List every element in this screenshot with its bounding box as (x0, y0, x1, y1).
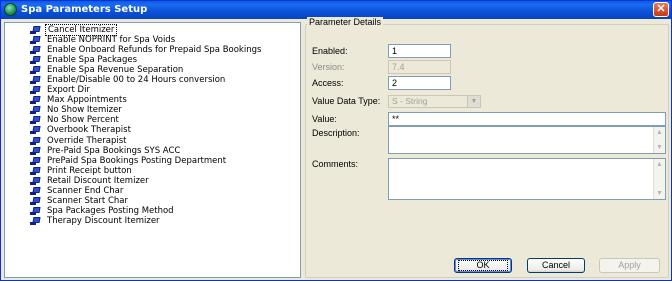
scroll-up-icon[interactable]: ▲ (654, 159, 665, 170)
cancel-button[interactable]: Cancel (527, 258, 585, 273)
parameter-node-icon (30, 106, 41, 115)
value-type-label: Value Data Type: (312, 96, 381, 106)
tree-item[interactable]: Enable NOPRINT for Spa Voids (28, 35, 263, 45)
ok-label: OK (458, 260, 508, 271)
enabled-label: Enabled: (312, 46, 348, 56)
group-title: Parameter Details (307, 17, 384, 27)
value-label: Value: (312, 114, 337, 124)
value-type-value: S - String (392, 96, 428, 106)
parameter-node-icon (30, 176, 41, 185)
tree-item[interactable]: Spa Packages Posting Method (28, 206, 263, 216)
parameter-list: Cancel Itemizer Enable NOPRINT for Spa Vo… (28, 24, 263, 226)
tree-item[interactable]: Override Therapist (28, 136, 263, 146)
parameter-tree[interactable]: Cancel Itemizer Enable NOPRINT for Spa Vo… (4, 22, 301, 278)
tree-item-label: Override Therapist (47, 135, 127, 146)
parameter-node-icon (30, 196, 41, 205)
tree-item-label: No Show Itemizer (47, 105, 122, 116)
spa-parameters-window: Spa Parameters Setup ✕ Cancel Itemizer En… (0, 0, 672, 281)
tree-item-label: Enable Onboard Refunds for Prepaid Spa B… (47, 45, 262, 56)
parameter-node-icon (30, 216, 41, 225)
tree-item[interactable]: No Show Itemizer (28, 105, 263, 115)
tree-item-label: Enable Spa Packages (47, 55, 138, 66)
ok-button[interactable]: OK (454, 258, 512, 273)
parameter-node-icon (30, 136, 41, 145)
tree-item[interactable]: Enable Spa Packages (28, 55, 263, 65)
tree-item[interactable]: Overbook Therapist (28, 125, 263, 135)
tree-item[interactable]: Pre-Paid Spa Bookings SYS ACC (28, 146, 263, 156)
tree-item[interactable]: Scanner Start Char (28, 196, 263, 206)
value-field[interactable]: ** (388, 112, 666, 126)
description-scrollbar[interactable]: ▲ ▼ (653, 127, 665, 153)
tree-item-label: Export Dir (47, 85, 90, 96)
version-label: Version: (312, 62, 345, 72)
tree-item-label: Enable/Disable 00 to 24 Hours conversion (47, 75, 226, 86)
enabled-field[interactable]: 1 (388, 44, 451, 58)
tree-item-label: PrePaid Spa Bookings Posting Department (47, 155, 227, 166)
parameter-node-icon (30, 36, 41, 45)
parameter-node-icon (30, 166, 41, 175)
chevron-down-icon: ▼ (467, 96, 480, 107)
parameter-node-icon (30, 186, 41, 195)
tree-item-label: Scanner Start Char (47, 195, 128, 206)
tree-item-label: Overbook Therapist (47, 125, 131, 136)
parameter-node-icon (30, 156, 41, 165)
tree-item[interactable]: Retail Discount Itemizer (28, 176, 263, 186)
parameter-node-icon (30, 26, 41, 34)
parameter-node-icon (30, 86, 41, 95)
tree-item-label: Enable Spa Revenue Separation (47, 65, 184, 76)
tree-item-label: Enable NOPRINT for Spa Voids (47, 35, 176, 46)
comments-scrollbar[interactable]: ▲ ▼ (653, 159, 665, 199)
tree-item-label: Pre-Paid Spa Bookings SYS ACC (47, 145, 181, 156)
tree-item[interactable]: No Show Percent (28, 115, 263, 125)
scroll-down-icon[interactable]: ▼ (654, 188, 665, 199)
parameter-node-icon (30, 116, 41, 125)
access-field[interactable]: 2 (388, 76, 451, 90)
tree-item-label: Therapy Discount Itemizer (47, 215, 160, 226)
tree-item[interactable]: Cancel Itemizer (28, 24, 263, 36)
tree-item-label: Retail Discount Itemizer (47, 175, 149, 186)
version-field: 7.4 (388, 60, 451, 74)
tree-item[interactable]: Enable Spa Revenue Separation (28, 65, 263, 75)
tree-item[interactable]: Max Appointments (28, 95, 263, 105)
tree-item-label: Max Appointments (47, 95, 127, 106)
tree-item[interactable]: PrePaid Spa Bookings Posting Department (28, 156, 263, 166)
apply-button: Apply (599, 258, 660, 273)
tree-item-label: No Show Percent (47, 115, 119, 126)
tree-item[interactable]: Print Receipt button (28, 166, 263, 176)
tree-item[interactable]: Export Dir (28, 85, 263, 95)
tree-item[interactable]: Enable Onboard Refunds for Prepaid Spa B… (28, 45, 263, 55)
parameter-node-icon (30, 206, 41, 215)
scroll-up-icon[interactable]: ▲ (654, 127, 665, 138)
description-label: Description: (312, 128, 360, 138)
parameter-node-icon (30, 76, 41, 85)
tree-item[interactable]: Scanner End Char (28, 186, 263, 196)
window-title: Spa Parameters Setup (21, 4, 148, 15)
tree-item[interactable]: Enable/Disable 00 to 24 Hours conversion (28, 75, 263, 85)
parameter-node-icon (30, 126, 41, 135)
tree-item-label: Print Receipt button (47, 165, 132, 176)
comments-label: Comments: (312, 159, 359, 169)
app-icon (4, 3, 17, 16)
parameter-node-icon (30, 56, 41, 65)
close-button[interactable]: ✕ (653, 2, 669, 17)
description-field[interactable]: ▲ ▼ (388, 126, 666, 154)
scroll-down-icon[interactable]: ▼ (654, 142, 665, 153)
tree-item[interactable]: Therapy Discount Itemizer (28, 216, 263, 226)
tree-item-label: Scanner End Char (47, 185, 124, 196)
value-type-select: S - String ▼ (388, 95, 481, 108)
tree-item-label: Spa Packages Posting Method (47, 205, 174, 216)
parameter-node-icon (30, 96, 41, 105)
parameter-node-icon (30, 46, 41, 55)
parameter-node-icon (30, 146, 41, 155)
parameter-node-icon (30, 66, 41, 75)
access-label: Access: (312, 78, 344, 88)
comments-field[interactable]: ▲ ▼ (388, 158, 666, 200)
